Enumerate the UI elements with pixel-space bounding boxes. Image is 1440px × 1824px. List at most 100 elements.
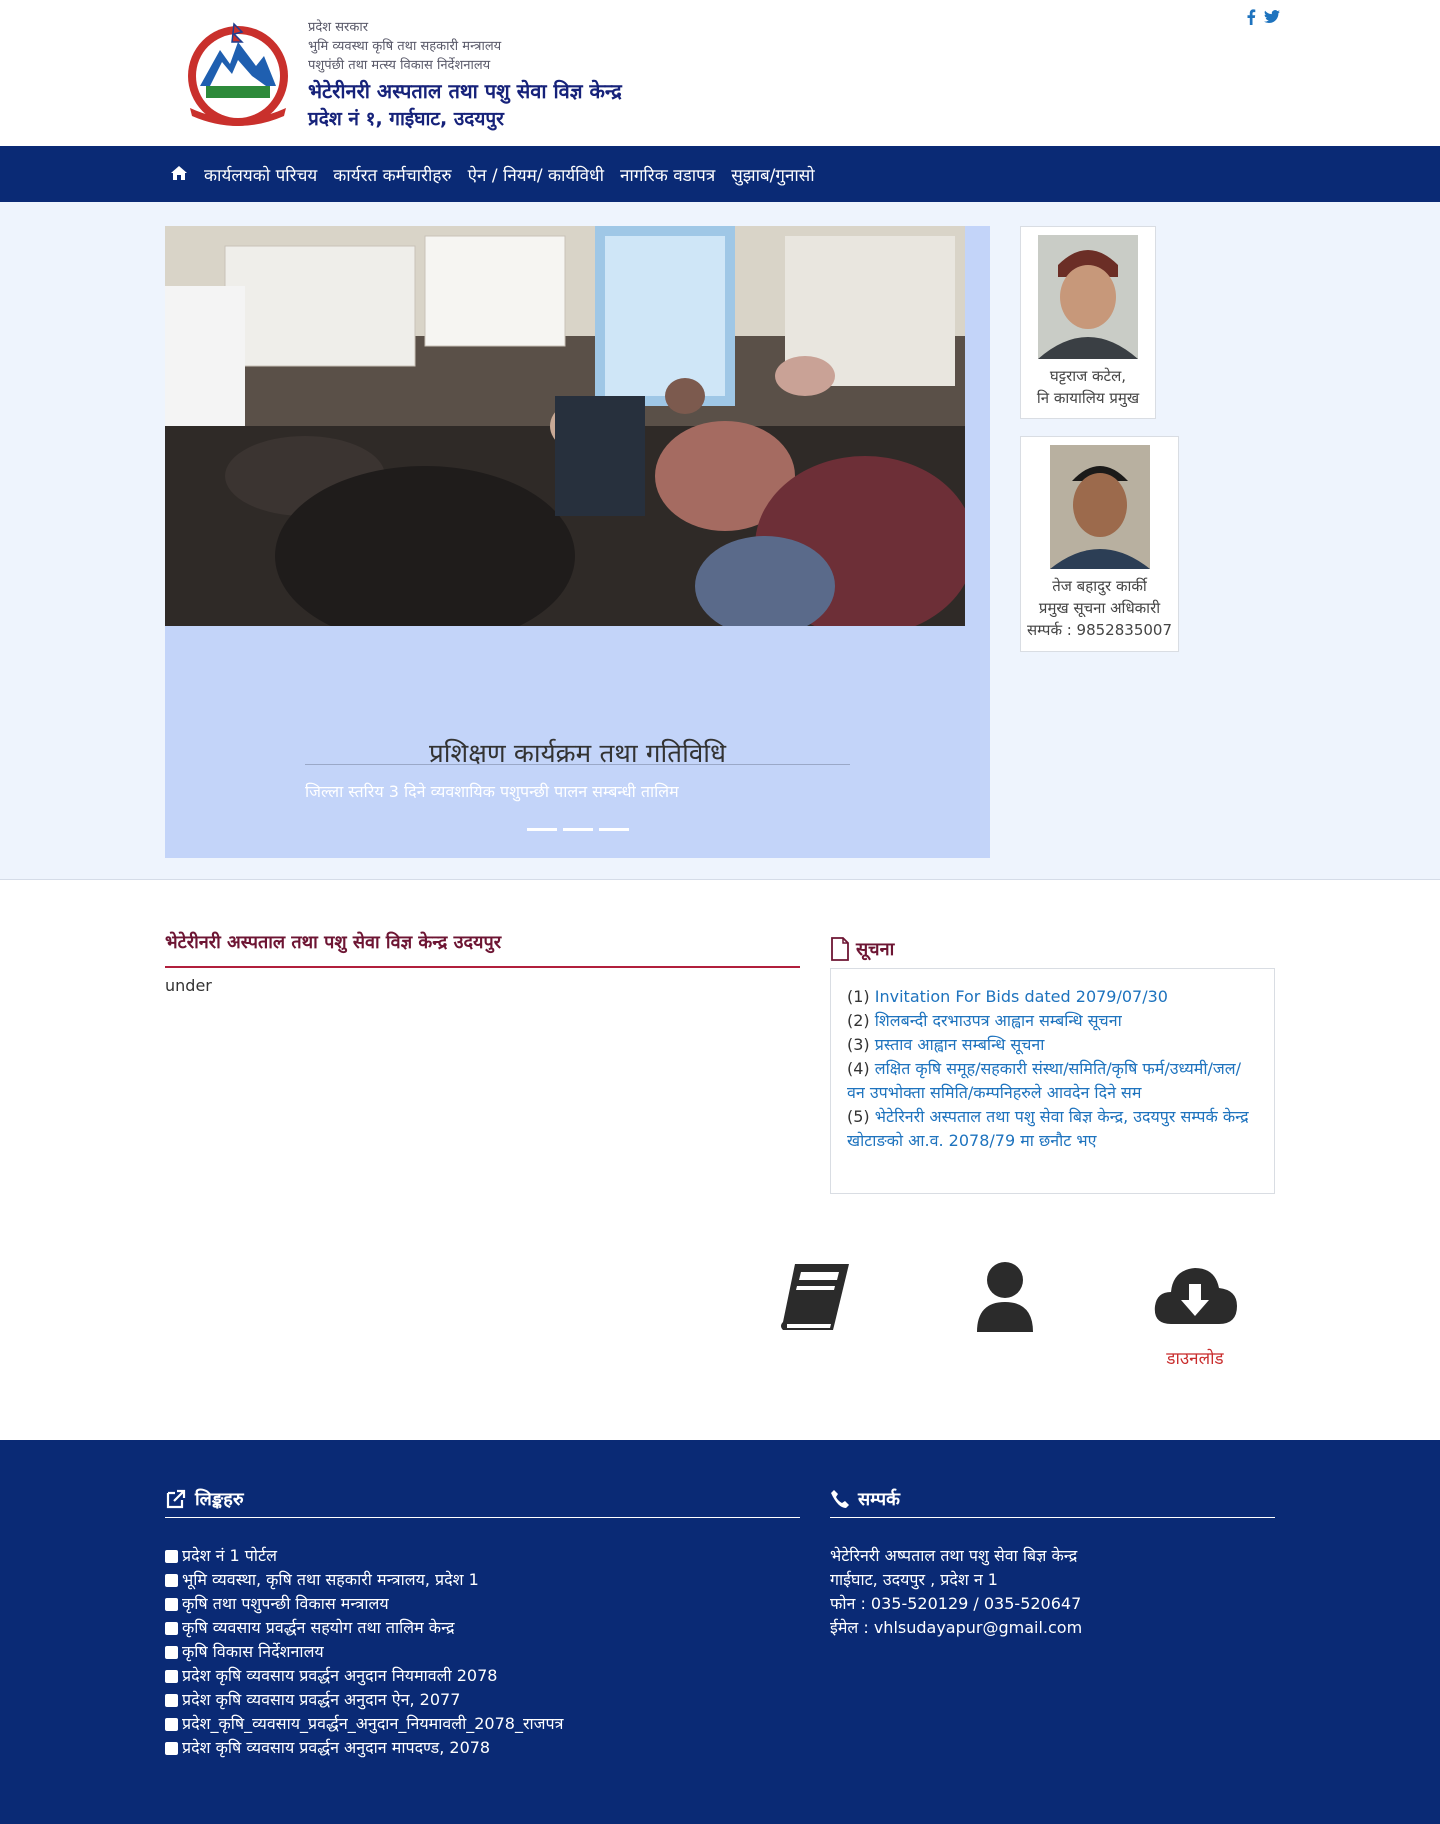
footer-link[interactable]: कृषि विकास निर्देशनालय — [165, 1640, 563, 1664]
footer-link-label: प्रदेश_कृषि_व्यवसाय_प्रवर्द्धन_अनुदान_नि… — [182, 1714, 564, 1733]
notice-heading-text: सूचना — [856, 939, 895, 960]
external-link-icon — [165, 1573, 178, 1587]
notice-number: (5) — [847, 1107, 870, 1126]
footer-contact-title: सम्पर्क — [858, 1488, 900, 1510]
staff-name: घट्टराज कटेल, — [1049, 367, 1127, 385]
quick-link-staff[interactable]: कर्मचारीहरु — [930, 1260, 1080, 1375]
footer-link[interactable]: प्रदेश नं 1 पोर्टल — [165, 1544, 563, 1568]
book-icon — [781, 1264, 849, 1330]
nav-item-staff[interactable]: कार्यरत कर्मचारीहरु — [325, 163, 459, 186]
notice-link[interactable]: लक्षित कृषि समूह/सहकारी संस्था/समिति/कृष… — [847, 1059, 1241, 1102]
image-slider[interactable]: प्रशिक्षण कार्यक्रम तथा गतिविधि जिल्ला स… — [165, 226, 990, 858]
main-navigation: कार्यलयको परिचय कार्यरत कर्मचारीहरु ऐन /… — [0, 146, 1440, 202]
notice-link[interactable]: शिलबन्दी दरभाउपत्र आह्वान सम्बन्धि सूचना — [875, 1011, 1122, 1030]
about-section-heading: भेटेरीनरी अस्पताल तथा पशु सेवा विज्ञ केन… — [165, 930, 800, 968]
notice-link[interactable]: Invitation For Bids dated 2079/07/30 — [875, 987, 1168, 1006]
contact-address: गाईघाट, उदयपुर , प्रदेश न 1 — [830, 1570, 998, 1589]
nav-item-about-office[interactable]: कार्यलयको परिचय — [196, 163, 325, 186]
footer-contact-info: भेटेरिनरी अष्पताल तथा पशु सेवा बिज्ञ केन… — [830, 1544, 1082, 1640]
staff-photo — [1049, 445, 1150, 569]
brand-line-directorate: पशुपंछी तथा मत्स्य विकास निर्देशनालय — [308, 58, 491, 73]
footer-link[interactable]: कृषि तथा पशुपन्छी विकास मन्त्रालय — [165, 1592, 563, 1616]
footer-links-title: लिङ्कहरु — [195, 1488, 244, 1510]
staff-photo — [1038, 235, 1138, 359]
staff-phone: सम्पर्क : 9852835007 — [1027, 621, 1172, 639]
footer-link-label: प्रदेश कृषि व्यवसाय प्रवर्द्धन अनुदान नि… — [182, 1666, 498, 1685]
footer-link[interactable]: भूमि व्यवस्था, कृषि तथा सहकारी मन्त्रालय… — [165, 1568, 563, 1592]
footer-links-heading: लिङ्कहरु — [165, 1480, 800, 1518]
file-icon — [831, 937, 849, 961]
nav-item-suggestions[interactable]: सुझाब/गुनासो — [723, 163, 823, 186]
notice-number: (4) — [847, 1059, 870, 1078]
external-link-icon — [165, 1717, 178, 1731]
site-branding: प्रदेश सरकार भुमि व्यवस्था कृषि तथा सहका… — [308, 18, 622, 133]
contact-email[interactable]: ईमेल : vhlsudayapur@gmail.com — [830, 1616, 1082, 1640]
quick-link-publications[interactable]: प्रकाशनहरु — [740, 1260, 890, 1375]
notice-item: (2) शिलबन्दी दरभाउपत्र आह्वान सम्बन्धि स… — [847, 1009, 1258, 1033]
footer-link[interactable]: प्रदेश कृषि व्यवसाय प्रवर्द्धन अनुदान ऐन… — [165, 1688, 563, 1712]
user-icon — [977, 1262, 1033, 1332]
footer-link[interactable]: प्रदेश कृषि व्यवसाय प्रवर्द्धन अनुदान नि… — [165, 1664, 563, 1688]
twitter-icon[interactable] — [1264, 9, 1280, 27]
notice-item: (1) Invitation For Bids dated 2079/07/30 — [847, 985, 1258, 1009]
slider-dot[interactable] — [527, 828, 557, 831]
external-link-icon — [165, 1621, 178, 1635]
external-link-icon — [166, 1489, 186, 1508]
slide-caption: जिल्ला स्तरिय 3 दिने व्यवशायिक पशुपन्छी … — [305, 782, 679, 801]
notice-link[interactable]: प्रस्ताव आह्वान सम्बन्धि सूचना — [875, 1035, 1045, 1054]
staff-name: तेज बहादुर कार्की — [1052, 577, 1147, 595]
footer-link-list: प्रदेश नं 1 पोर्टल भूमि व्यवस्था, कृषि त… — [165, 1544, 563, 1760]
notice-number: (3) — [847, 1035, 870, 1054]
slider-dot[interactable] — [599, 828, 629, 831]
footer-contact-heading: सम्पर्क — [830, 1480, 1275, 1518]
notice-number: (1) — [847, 987, 870, 1006]
footer-link[interactable]: प्रदेश कृषि व्यवसाय प्रवर्द्धन अनुदान मा… — [165, 1736, 563, 1760]
about-section-body: under — [165, 976, 212, 995]
external-link-icon — [165, 1693, 178, 1707]
government-emblem-logo[interactable] — [176, 20, 300, 130]
site-header: प्रदेश सरकार भुमि व्यवस्था कृषि तथा सहका… — [0, 0, 1440, 146]
external-link-icon — [165, 1549, 178, 1563]
notice-number: (2) — [847, 1011, 870, 1030]
external-link-icon — [165, 1669, 178, 1683]
external-link-icon — [165, 1645, 178, 1659]
phone-icon — [831, 1489, 849, 1508]
staff-role: नि कायालिय प्रमुख — [1036, 389, 1140, 407]
footer-link[interactable]: कृषि व्यवसाय प्रवर्द्धन सहयोग तथा तालिम … — [165, 1616, 563, 1640]
notice-list: (1) Invitation For Bids dated 2079/07/30… — [830, 968, 1275, 1194]
social-links — [1246, 9, 1280, 27]
notice-item: (5) भेटेरिनरी अस्पताल तथा पशु सेवा बिज्ञ… — [847, 1105, 1258, 1153]
hero-section: प्रशिक्षण कार्यक्रम तथा गतिविधि जिल्ला स… — [0, 202, 1440, 880]
contact-org: भेटेरिनरी अष्पताल तथा पशु सेवा बिज्ञ केन… — [830, 1546, 1078, 1565]
slider-indicators — [527, 828, 629, 831]
footer-link-label: प्रदेश नं 1 पोर्टल — [182, 1546, 277, 1565]
site-subtitle: प्रदेश नं १, गाईघाट, उदयपुर — [308, 108, 504, 130]
footer-link-label: प्रदेश कृषि व्यवसाय प्रवर्द्धन अनुदान ऐन… — [182, 1690, 461, 1709]
slide-photo — [165, 226, 965, 626]
about-heading-text: भेटेरीनरी अस्पताल तथा पशु सेवा विज्ञ केन… — [165, 932, 502, 953]
external-link-icon — [165, 1597, 178, 1611]
nav-menu: कार्यलयको परिचय कार्यरत कर्मचारीहरु ऐन /… — [196, 146, 823, 202]
contact-phone: फोन : 035-520129 / 035-520647 — [830, 1594, 1082, 1613]
notice-item: (3) प्रस्ताव आह्वान सम्बन्धि सूचना — [847, 1033, 1258, 1057]
notice-link[interactable]: भेटेरिनरी अस्पताल तथा पशु सेवा बिज्ञ केन… — [847, 1107, 1249, 1150]
facebook-icon[interactable] — [1246, 9, 1260, 27]
quick-link-download[interactable]: डाउनलोड — [1120, 1260, 1270, 1369]
brand-line-province: प्रदेश सरकार — [308, 20, 369, 35]
slide-divider — [305, 764, 850, 765]
staff-role: प्रमुख सूचना अधिकारी — [1038, 599, 1161, 617]
slider-dot[interactable] — [563, 828, 593, 831]
nav-item-citizen-charter[interactable]: नागरिक वडापत्र — [612, 163, 723, 186]
quick-link-label: कर्मचारीहरु — [970, 1355, 1040, 1375]
site-title[interactable]: भेटेरीनरी अस्पताल तथा पशु सेवा विज्ञ केन… — [308, 77, 622, 105]
nav-item-acts-rules[interactable]: ऐन / नियम/ कार्यविधी — [460, 163, 612, 186]
notice-item: (4) लक्षित कृषि समूह/सहकारी संस्था/समिति… — [847, 1057, 1258, 1105]
external-link-icon — [165, 1741, 178, 1755]
brand-line-ministry: भुमि व्यवस्था कृषि तथा सहकारी मन्त्रालय — [308, 39, 502, 54]
home-icon[interactable] — [170, 164, 188, 182]
footer-link-label: कृषि तथा पशुपन्छी विकास मन्त्रालय — [182, 1594, 389, 1613]
cloud-download-icon — [1154, 1268, 1237, 1324]
footer-link[interactable]: प्रदेश_कृषि_व्यवसाय_प्रवर्द्धन_अनुदान_नि… — [165, 1712, 563, 1736]
staff-card: तेज बहादुर कार्की प्रमुख सूचना अधिकारी स… — [1020, 436, 1179, 652]
staff-card: घट्टराज कटेल, नि कायालिय प्रमुख — [1020, 226, 1156, 419]
